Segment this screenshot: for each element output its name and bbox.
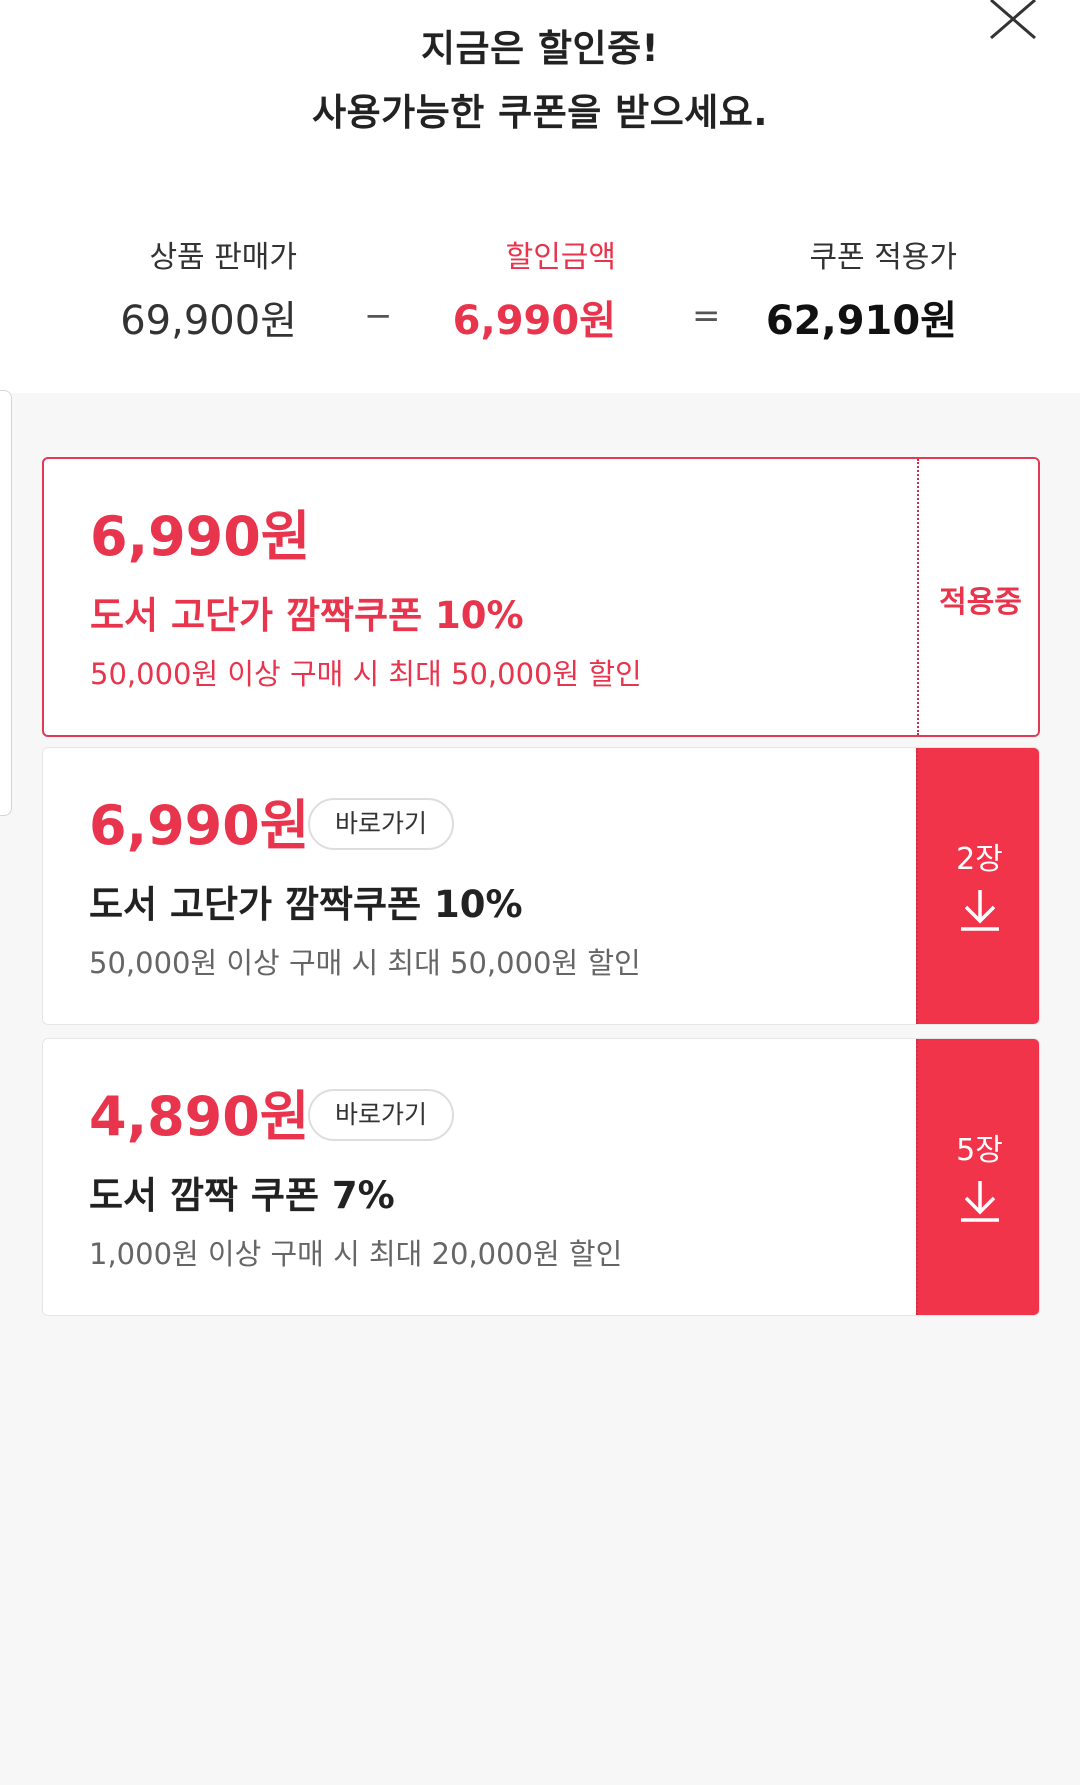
- discount-group: 할인금액 6,990원: [453, 238, 616, 348]
- minus-sign: −: [364, 296, 393, 336]
- background-sheet-edge: [0, 390, 12, 816]
- discount-label: 할인금액: [505, 240, 616, 275]
- coupon-condition: 50,000원 이상 구매 시 최대 50,000원 할인: [90, 657, 642, 691]
- coupon-body: 4,890원 바로가기 도서 깜짝 쿠폰 7% 1,000원 이상 구매 시 최…: [43, 1039, 916, 1315]
- coupon-card: 4,890원 바로가기 도서 깜짝 쿠폰 7% 1,000원 이상 구매 시 최…: [42, 1038, 1040, 1316]
- sale-price-group: 상품 판매가 69,900원: [120, 238, 297, 348]
- popup-title-line1: 지금은 할인중!: [421, 27, 659, 70]
- coupon-card-applied[interactable]: 6,990원 도서 고단가 깜짝쿠폰 10% 50,000원 이상 구매 시 최…: [42, 457, 1040, 737]
- applied-status-label: 적용중: [939, 585, 1022, 620]
- close-icon: [990, 0, 1036, 40]
- coupon-condition: 50,000원 이상 구매 시 최대 50,000원 할인: [89, 946, 641, 980]
- coupon-amount: 4,890원: [89, 1085, 310, 1148]
- coupon-name: 도서 고단가 깜짝쿠폰 10%: [89, 883, 523, 926]
- equals-sign: =: [692, 296, 721, 336]
- sale-price-label: 상품 판매가: [149, 240, 297, 275]
- discount-value: 6,990원: [452, 298, 616, 344]
- coupon-amount: 6,990원: [89, 794, 310, 857]
- coupon-count: 5장: [956, 1133, 1003, 1168]
- goto-button[interactable]: 바로가기: [308, 1089, 454, 1141]
- coupon-amount: 6,990원: [90, 505, 311, 568]
- coupon-body: 6,990원 바로가기 도서 고단가 깜짝쿠폰 10% 50,000원 이상 구…: [43, 748, 916, 1024]
- coupon-card: 6,990원 바로가기 도서 고단가 깜짝쿠폰 10% 50,000원 이상 구…: [42, 747, 1040, 1025]
- download-icon: [961, 1181, 999, 1222]
- coupon-popup-header: 지금은 할인중! 사용가능한 쿠폰을 받으세요. 상품 판매가 69,900원 …: [0, 0, 1080, 393]
- coupon-name: 도서 깜짝 쿠폰 7%: [89, 1174, 395, 1217]
- coupon-download-button[interactable]: 5장: [916, 1039, 1039, 1315]
- coupon-condition: 1,000원 이상 구매 시 최대 20,000원 할인: [89, 1237, 623, 1271]
- coupon-download-button[interactable]: 2장: [916, 748, 1039, 1024]
- final-price-value: 62,910원: [765, 298, 957, 344]
- download-icon: [961, 890, 999, 931]
- coupon-count: 2장: [956, 842, 1003, 877]
- popup-title-line2: 사용가능한 쿠폰을 받으세요.: [312, 91, 768, 134]
- final-price-label: 쿠폰 적용가: [809, 240, 957, 275]
- coupon-status-panel: 적용중: [917, 459, 1038, 735]
- goto-button[interactable]: 바로가기: [308, 798, 454, 850]
- sale-price-value: 69,900원: [120, 298, 297, 344]
- final-price-group: 쿠폰 적용가 62,910원: [766, 238, 957, 348]
- close-button[interactable]: [985, 0, 1045, 44]
- coupon-body: 6,990원 도서 고단가 깜짝쿠폰 10% 50,000원 이상 구매 시 최…: [44, 459, 917, 735]
- coupon-name: 도서 고단가 깜짝쿠폰 10%: [90, 594, 524, 637]
